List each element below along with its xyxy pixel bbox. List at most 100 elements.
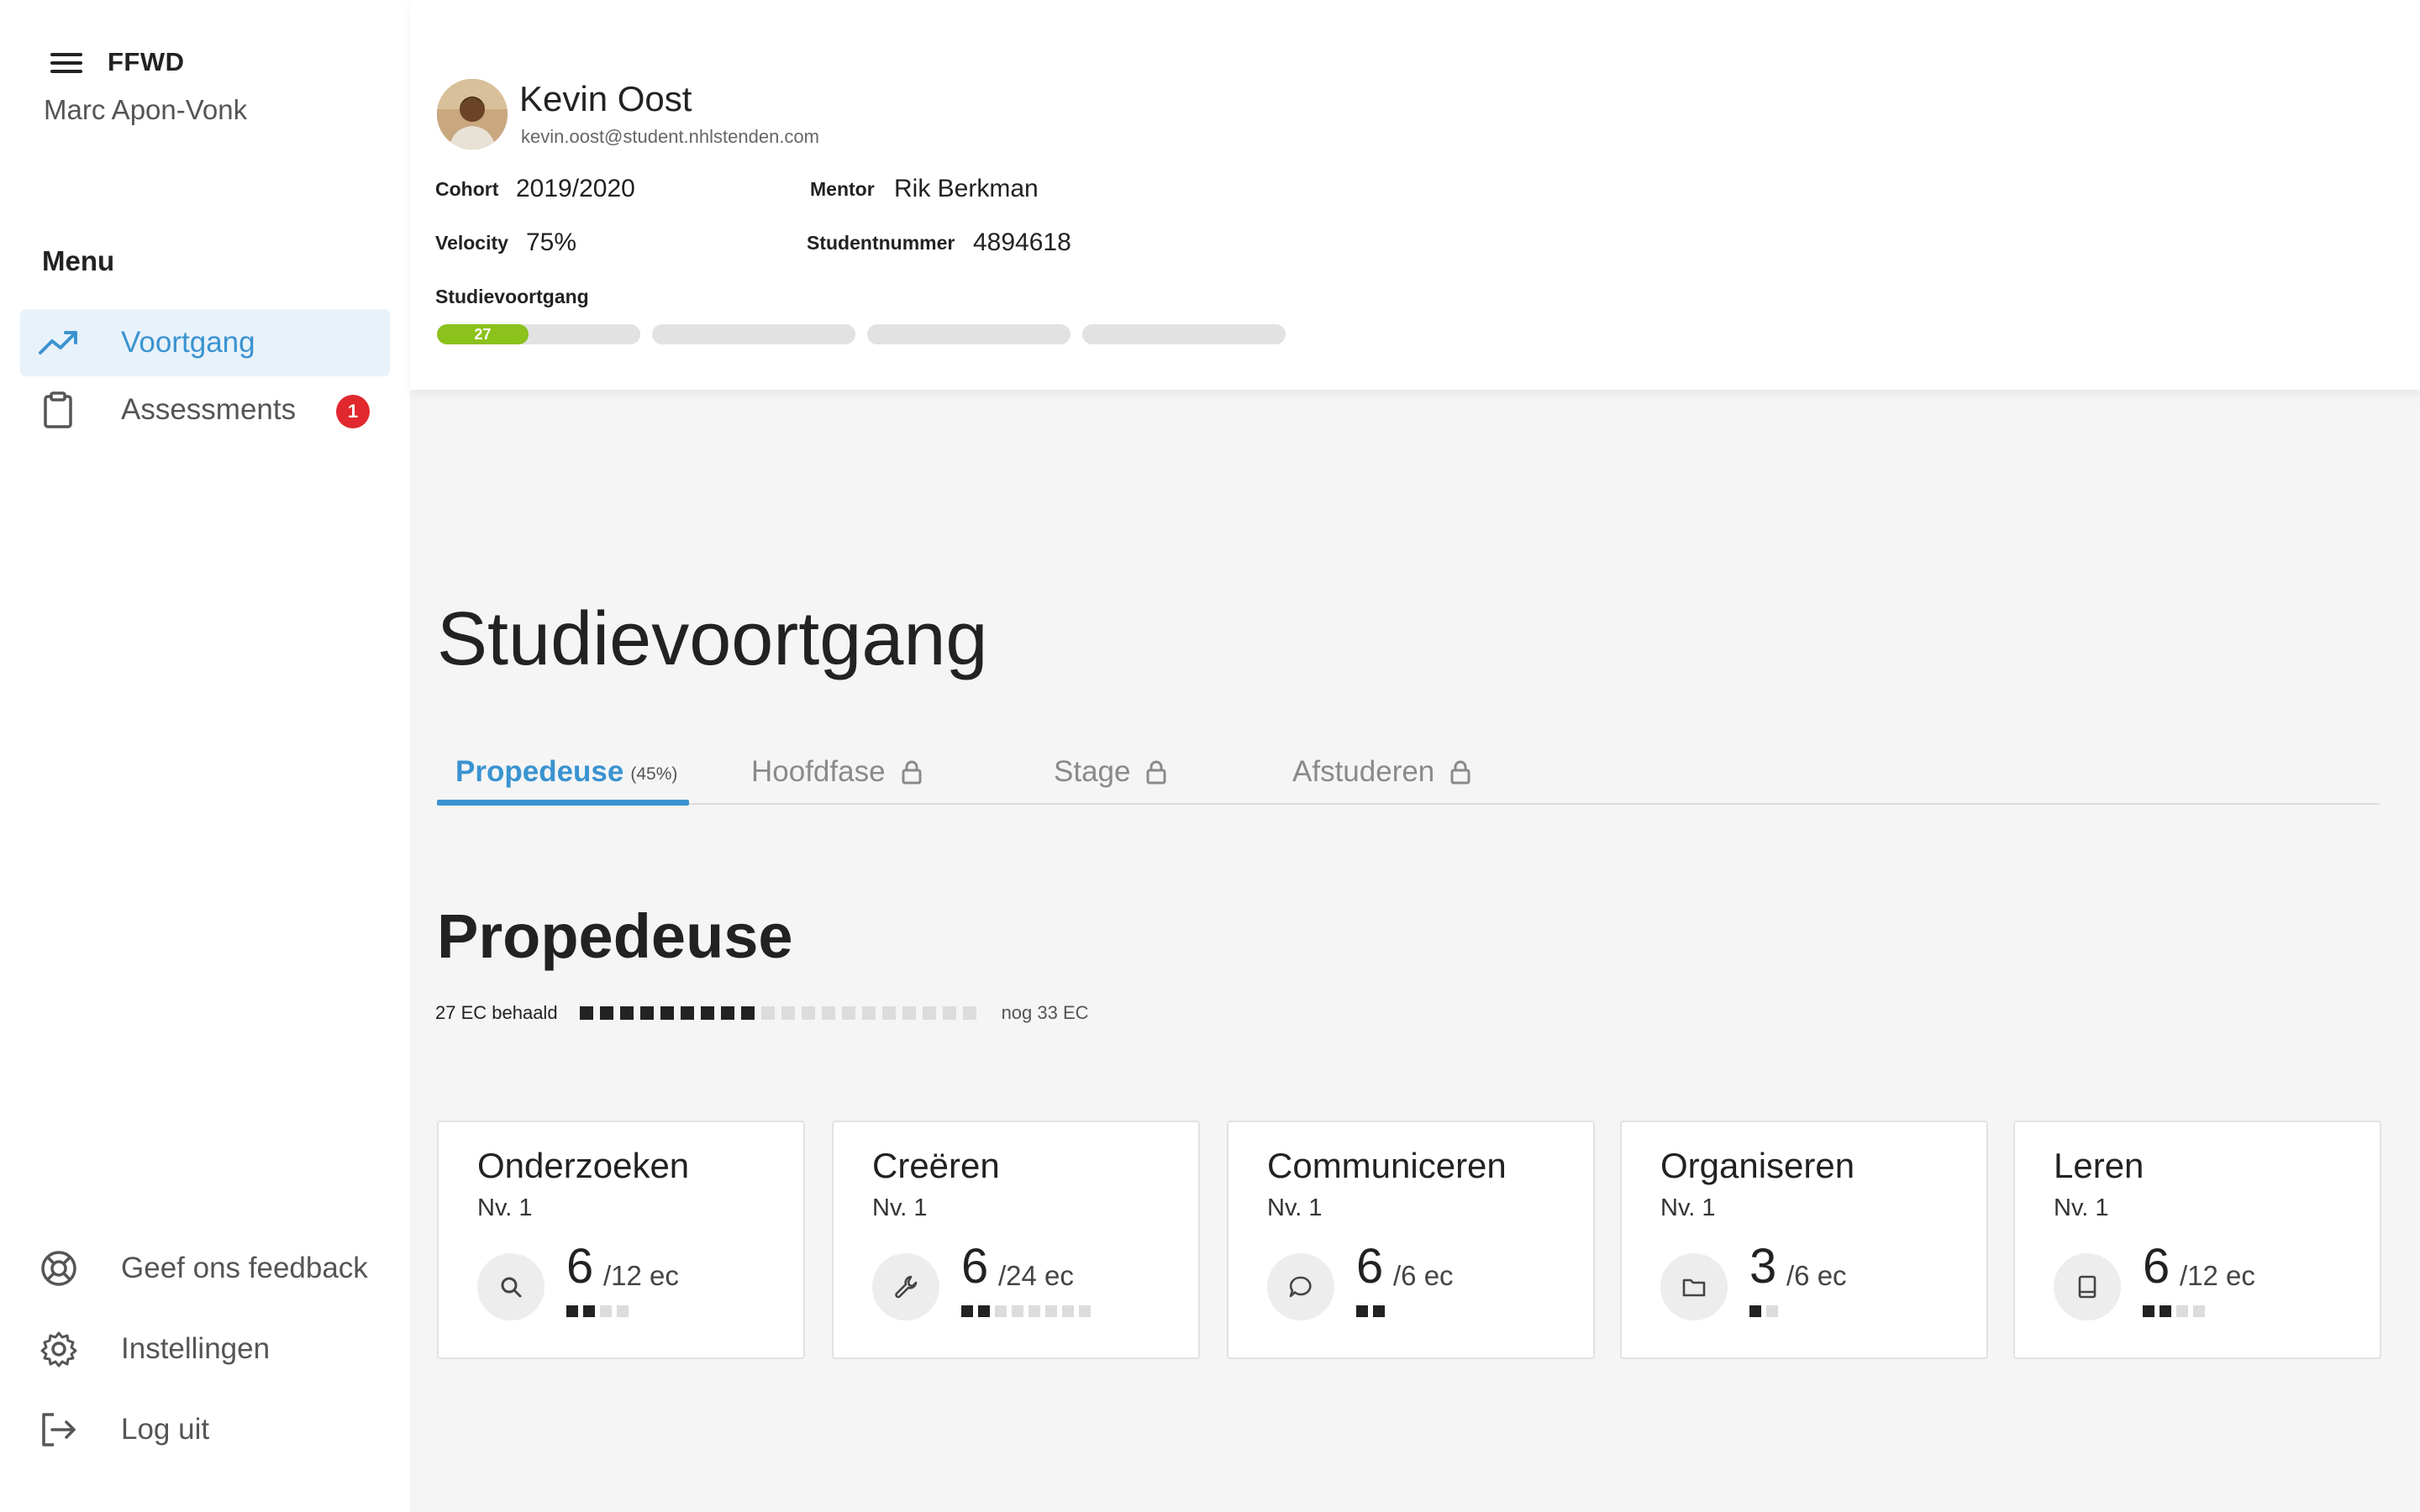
book-icon	[2054, 1253, 2121, 1320]
mentor-value: Rik Berkman	[894, 175, 1039, 202]
velocity-value: 75%	[526, 228, 577, 256]
card-title: Communiceren	[1267, 1146, 1507, 1185]
sidebar-item-label: Instellingen	[121, 1332, 271, 1365]
card-level: Nv. 1	[477, 1194, 533, 1221]
tab-label: Propedeuse	[455, 755, 624, 788]
studievoortgang-label: Studievoortgang	[435, 286, 589, 307]
card-block	[1766, 1305, 1778, 1317]
progress-fill: 27	[437, 324, 529, 344]
ec-block	[720, 1006, 734, 1020]
competency-card-leren[interactable]: Leren Nv. 1 6 /12 ec	[2013, 1121, 2381, 1359]
sidebar-item-log-uit[interactable]: Log uit	[20, 1396, 390, 1463]
card-block	[961, 1305, 973, 1317]
card-block	[978, 1305, 990, 1317]
wrench-icon	[872, 1253, 939, 1320]
competency-card-onderzoeken[interactable]: Onderzoeken Nv. 1 6 /12 ec	[437, 1121, 805, 1359]
card-progress-blocks	[1356, 1305, 1390, 1317]
competency-card-creeren[interactable]: Creëren Nv. 1 6 /24 ec	[832, 1121, 1200, 1359]
tab-propedeuse[interactable]: Propedeuse (45%)	[455, 739, 677, 805]
folder-icon	[1660, 1253, 1728, 1320]
ec-block	[781, 1006, 795, 1020]
ec-block	[680, 1006, 694, 1020]
card-block	[1045, 1305, 1057, 1317]
card-block	[1373, 1305, 1385, 1317]
progress-segment-propedeuse[interactable]: 27	[437, 324, 640, 344]
ec-block	[902, 1006, 916, 1020]
clipboard-icon	[44, 391, 72, 428]
progress-segment-afstuderen[interactable]	[1082, 324, 1286, 344]
ec-block	[660, 1006, 674, 1020]
brand-row: FFWD	[49, 47, 185, 77]
ec-progress-blocks	[579, 1006, 983, 1020]
ec-block	[801, 1006, 815, 1020]
student-header-card: Kevin Oost kevin.oost@student.nhlstenden…	[410, 0, 2420, 390]
card-block	[617, 1305, 629, 1317]
active-tab-indicator	[437, 800, 689, 806]
card-block	[1012, 1305, 1023, 1317]
card-block	[1356, 1305, 1368, 1317]
tab-afstuderen[interactable]: Afstuderen	[1292, 739, 1471, 805]
sidebar-item-voortgang[interactable]: Voortgang	[20, 309, 390, 376]
card-score: 6	[1356, 1239, 1384, 1294]
page-title: Studievoortgang	[437, 597, 988, 681]
lifebuoy-icon	[41, 1251, 76, 1286]
sidebar: FFWD Marc Apon-Vonk Menu Voortgang Asses…	[0, 0, 410, 1512]
card-score: 6	[961, 1239, 989, 1294]
sidebar-item-label: Voortgang	[121, 326, 255, 359]
sidebar-item-assessments[interactable]: Assessments 1	[20, 376, 390, 444]
ec-block	[619, 1006, 634, 1020]
ec-block	[942, 1006, 956, 1020]
section-title: Propedeuse	[437, 901, 793, 971]
studentnummer-label: Studentnummer	[807, 232, 955, 254]
hamburger-menu-icon[interactable]	[49, 48, 86, 76]
competency-card-communiceren[interactable]: Communiceren Nv. 1 6 /6 ec	[1227, 1121, 1595, 1359]
ec-block	[599, 1006, 613, 1020]
tab-label: Stage	[1054, 755, 1131, 788]
card-title: Organiseren	[1660, 1146, 1855, 1185]
card-level: Nv. 1	[1660, 1194, 1716, 1221]
tab-hoofdfase[interactable]: Hoofdfase	[751, 739, 923, 805]
student-email: kevin.oost@student.nhlstenden.com	[521, 126, 819, 147]
logout-icon	[42, 1413, 76, 1446]
ec-block	[962, 1006, 976, 1020]
menu-title: Menu	[42, 245, 115, 276]
user-name: Marc Apon-Vonk	[44, 94, 248, 125]
sidebar-item-label: Log uit	[121, 1413, 210, 1446]
notification-badge: 1	[336, 395, 370, 428]
sidebar-item-instellingen[interactable]: Instellingen	[20, 1315, 390, 1383]
tab-stage[interactable]: Stage	[1054, 739, 1167, 805]
card-title: Leren	[2054, 1146, 2144, 1185]
studentnummer-value: 4894618	[973, 228, 1071, 256]
ec-block	[881, 1006, 896, 1020]
ec-achieved-label: 27 EC behaald	[435, 1002, 558, 1023]
card-max: /24 ec	[998, 1260, 1074, 1291]
card-level: Nv. 1	[2054, 1194, 2109, 1221]
cohort-label: Cohort	[435, 178, 499, 200]
card-block	[2176, 1305, 2188, 1317]
card-score: 3	[1749, 1239, 1777, 1294]
progress-segment-stage[interactable]	[867, 324, 1071, 344]
card-block	[583, 1305, 595, 1317]
card-title: Creëren	[872, 1146, 1000, 1185]
cohort-value: 2019/2020	[516, 175, 635, 202]
card-progress-blocks	[961, 1305, 1096, 1317]
progress-segment-hoofdfase[interactable]	[652, 324, 855, 344]
ec-block	[700, 1006, 714, 1020]
card-score: 6	[2143, 1239, 2170, 1294]
card-block	[1062, 1305, 1074, 1317]
tab-label: Hoofdfase	[751, 755, 886, 788]
lock-icon	[1450, 760, 1470, 785]
card-max: /6 ec	[1786, 1260, 1847, 1291]
ec-block	[861, 1006, 876, 1020]
phase-tabs: Propedeuse (45%) Hoofdfase Stage Afstude…	[437, 739, 2380, 806]
ec-remaining-label: nog 33 EC	[1001, 1002, 1089, 1023]
card-max: /6 ec	[1393, 1260, 1454, 1291]
mentor-label: Mentor	[810, 178, 875, 200]
card-block	[995, 1305, 1007, 1317]
competency-card-organiseren[interactable]: Organiseren Nv. 1 3 /6 ec	[1620, 1121, 1988, 1359]
card-block	[1028, 1305, 1040, 1317]
ec-block	[639, 1006, 654, 1020]
sidebar-item-feedback[interactable]: Geef ons feedback	[20, 1235, 390, 1302]
card-progress-blocks	[566, 1305, 634, 1317]
card-level: Nv. 1	[1267, 1194, 1323, 1221]
